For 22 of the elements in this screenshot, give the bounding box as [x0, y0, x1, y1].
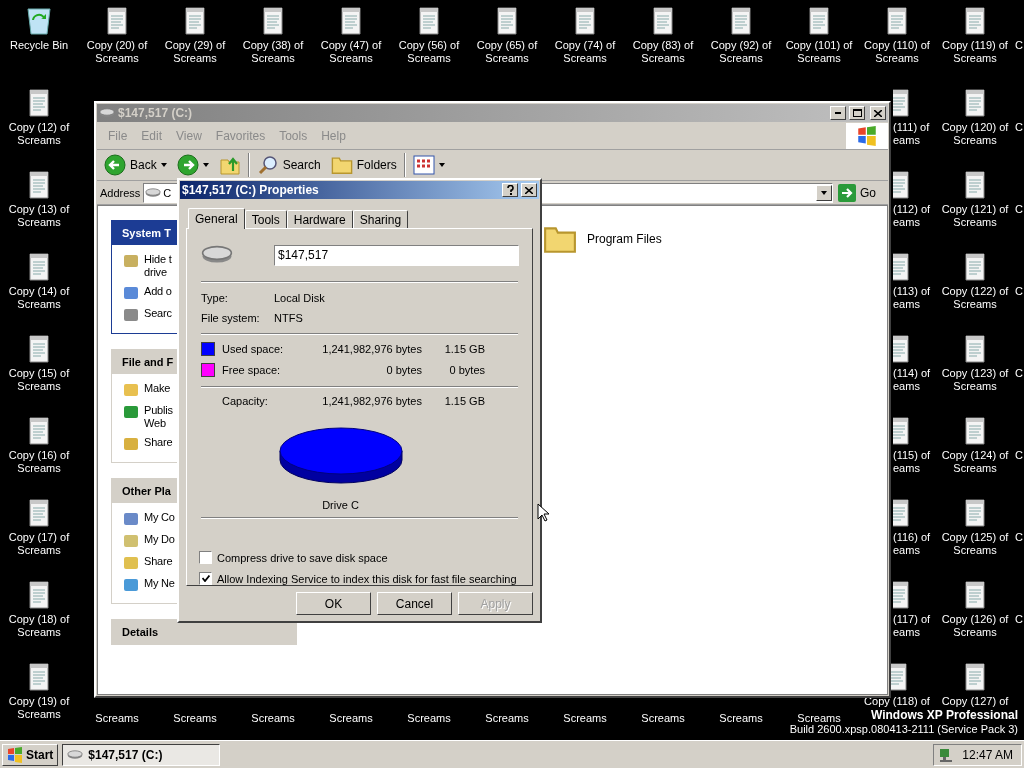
space-label: Used space: — [221, 343, 285, 355]
info-label: Type: — [201, 292, 229, 304]
space-size: 0 bytes — [448, 364, 485, 376]
space-size: 1.15 GB — [443, 343, 485, 355]
space-bytes: 0 bytes — [385, 364, 422, 376]
os-edition-text: Windows XP Professional — [870, 708, 1018, 722]
capacity-label: Capacity: — [221, 395, 269, 407]
capacity-size: 1.15 GB — [443, 395, 485, 407]
capacity-bytes: 1,241,982,976 bytes — [321, 395, 422, 407]
dialog-title: $147,517 (C:) Properties — [182, 183, 320, 197]
checkbox-label: Compress drive to save disk space — [217, 551, 388, 564]
info-value: NTFS — [274, 312, 304, 324]
space-label: Free space: — [221, 364, 282, 376]
info-label: File system: — [201, 312, 261, 324]
os-build-text: Build 2600.xpsp.080413-2111 (Service Pack 3) — [789, 722, 1018, 736]
checkbox-label: Allow Indexing Service to index this disk for fast file searching — [217, 572, 517, 585]
info-value: Local Disk — [274, 292, 326, 304]
window-title: $147,517 (C:) — [118, 106, 194, 120]
address-label: Address — [100, 186, 141, 199]
space-bytes: 1,241,982,976 bytes — [321, 343, 422, 355]
clock: 12:47 AM — [962, 747, 1013, 762]
drive-label: Drive C — [322, 499, 359, 511]
